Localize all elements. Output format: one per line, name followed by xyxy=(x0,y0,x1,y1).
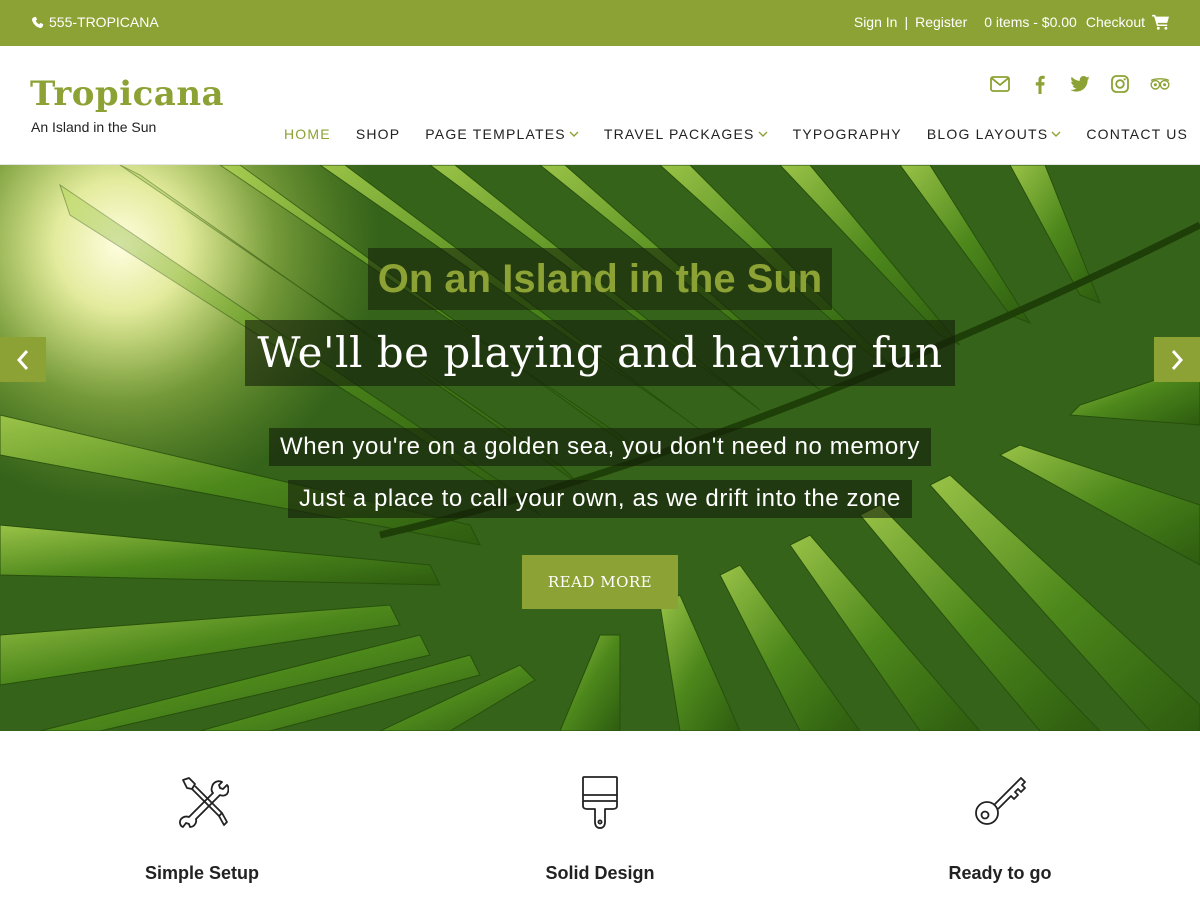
envelope-icon[interactable] xyxy=(990,74,1010,94)
hero-text-line-1: When you're on a golden sea, you don't n… xyxy=(0,428,1200,466)
twitter-icon[interactable] xyxy=(1070,74,1090,94)
nav-typography[interactable]: TYPOGRAPHY xyxy=(793,126,902,142)
paintbrush-icon xyxy=(582,776,618,829)
main-navigation: HOME SHOP PAGE TEMPLATES TRAVEL PACKAGES… xyxy=(284,126,1200,142)
tripadvisor-icon[interactable] xyxy=(1150,74,1170,94)
nav-typography-label: TYPOGRAPHY xyxy=(792,126,902,142)
hero-text-line-2-text: Just a place to call your own, as we dri… xyxy=(288,480,912,518)
shopping-cart-icon[interactable] xyxy=(1152,14,1170,30)
feature-title: Simple Setup xyxy=(144,863,260,883)
chevron-right-icon xyxy=(1171,349,1184,370)
instagram-icon[interactable] xyxy=(1110,74,1130,94)
nav-shop[interactable]: SHOP xyxy=(356,126,400,142)
social-links xyxy=(990,74,1170,94)
hero-subtitle: We'll be playing and having fun xyxy=(0,320,1200,386)
hero-slider: On an Island in the Sun We'll be playing… xyxy=(0,165,1200,731)
hero-text-line-2: Just a place to call your own, as we dri… xyxy=(0,480,1200,518)
sign-in-link[interactable]: Sign In xyxy=(854,14,898,30)
nav-page-templates-label: PAGE TEMPLATES xyxy=(425,126,566,142)
features-section: Simple Setup Solid Design Ready to go xyxy=(0,731,1200,900)
chevron-down-icon xyxy=(758,131,768,137)
nav-contact-us-label: CONTACT US xyxy=(1086,126,1189,142)
phone-icon xyxy=(32,16,44,28)
chevron-down-icon xyxy=(1051,131,1061,137)
hero-subtitle-text: We'll be playing and having fun xyxy=(245,320,955,386)
hero-title-text: On an Island in the Sun xyxy=(367,248,833,310)
feature-title: Solid Design xyxy=(545,863,655,883)
feature-ready-to-go: Ready to go xyxy=(850,775,1150,884)
nav-travel-packages[interactable]: TRAVEL PACKAGES xyxy=(604,126,768,142)
feature-simple-setup: Simple Setup xyxy=(52,775,352,884)
slider-next-button[interactable] xyxy=(1154,337,1200,382)
key-icon xyxy=(975,777,1026,825)
hero-text-line-1-text: When you're on a golden sea, you don't n… xyxy=(268,428,931,466)
nav-home-label: HOME xyxy=(284,126,331,142)
facebook-icon[interactable] xyxy=(1030,74,1050,94)
link-separator: | xyxy=(904,14,909,30)
nav-blog-layouts-label: BLOG LAYOUTS xyxy=(926,126,1049,142)
phone-number: 555-TROPICANA xyxy=(49,14,159,30)
top-bar: 555-TROPICANA Sign In | Register 0 items… xyxy=(0,0,1200,46)
chevron-down-icon xyxy=(569,131,579,137)
nav-contact-us[interactable]: CONTACT US xyxy=(1086,126,1188,142)
read-more-button[interactable]: READ MORE xyxy=(522,555,678,609)
slider-prev-button[interactable] xyxy=(0,337,46,382)
chevron-left-icon xyxy=(16,349,29,370)
site-header: Tropicana An Island in the Sun HOME SHOP… xyxy=(0,46,1200,165)
nav-blog-layouts[interactable]: BLOG LAYOUTS xyxy=(927,126,1062,142)
nav-travel-packages-label: TRAVEL PACKAGES xyxy=(603,126,755,142)
nav-home[interactable]: HOME xyxy=(284,126,331,142)
feature-solid-design: Solid Design xyxy=(450,775,750,884)
nav-shop-label: SHOP xyxy=(355,126,401,142)
tools-icon xyxy=(179,777,229,828)
account-links: Sign In | Register 0 items - $0.00 Check… xyxy=(854,14,1170,30)
hero-title: On an Island in the Sun xyxy=(0,248,1200,310)
feature-title: Ready to go xyxy=(948,863,1052,883)
nav-page-templates[interactable]: PAGE TEMPLATES xyxy=(425,126,579,142)
site-tagline: An Island in the Sun xyxy=(31,119,157,135)
checkout-link[interactable]: Checkout xyxy=(1086,14,1145,30)
phone-contact[interactable]: 555-TROPICANA xyxy=(31,14,159,30)
site-title[interactable]: Tropicana xyxy=(30,74,224,114)
cart-summary-link[interactable]: 0 items - $0.00 xyxy=(984,14,1077,30)
register-link[interactable]: Register xyxy=(915,14,967,30)
